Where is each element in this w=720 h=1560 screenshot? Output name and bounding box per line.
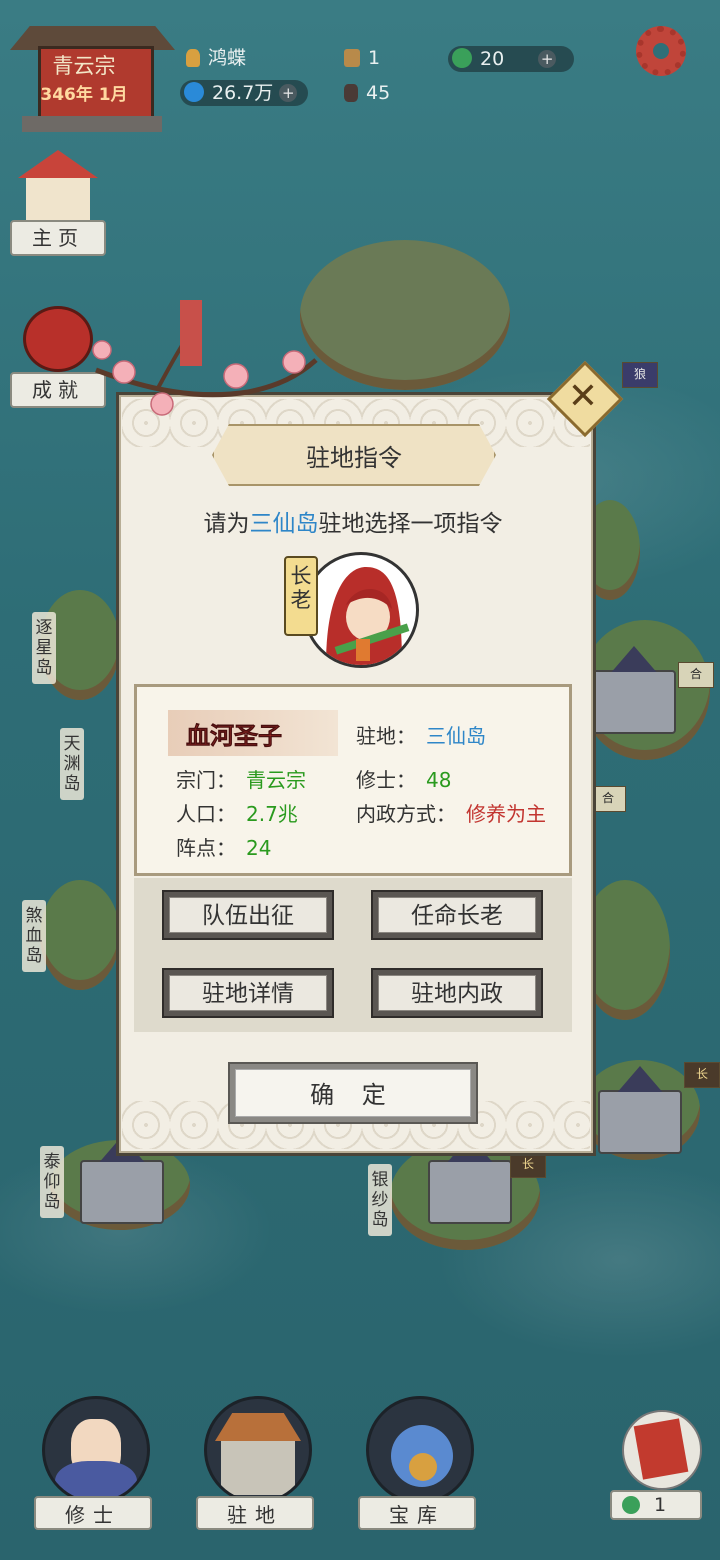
- pagoda-icon: [180, 300, 202, 366]
- expedition-label: 队伍出征: [169, 897, 327, 933]
- jade-icon: [622, 1496, 640, 1514]
- cultivators-field: 修士： 48: [356, 764, 451, 793]
- cultivators-value: 48: [426, 768, 452, 792]
- dialog-title: 驻地指令: [306, 444, 402, 472]
- appoint-elder-button[interactable]: 任命长老: [371, 890, 543, 940]
- dialog-title-plate: 驻地指令: [212, 424, 496, 486]
- policy-value: 修养为主: [466, 802, 546, 826]
- confirm-button[interactable]: 确 定: [228, 1062, 478, 1124]
- close-dialog-button[interactable]: ✕: [546, 360, 624, 438]
- prompt-suffix: 驻地选择一项指令: [318, 511, 503, 537]
- station-affairs-button[interactable]: 驻地内政: [371, 968, 543, 1018]
- cultivators-nav-button[interactable]: 修士: [34, 1396, 152, 1532]
- appoint-elder-label: 任命长老: [378, 897, 536, 933]
- formation-label: 阵点：: [176, 836, 236, 860]
- war-flag-button[interactable]: 1: [610, 1410, 710, 1520]
- expedition-button[interactable]: 队伍出征: [162, 890, 334, 940]
- prompt-island: 三仙岛: [249, 511, 319, 537]
- population-field: 人口： 2.7兆: [176, 798, 298, 827]
- station-label: 驻地：: [356, 724, 416, 748]
- station-details-label: 驻地详情: [169, 975, 327, 1011]
- fortress-gate-icon: [204, 1396, 312, 1504]
- elder-avatar[interactable]: [303, 552, 419, 668]
- treasury-nav-button[interactable]: 宝库: [358, 1396, 476, 1532]
- cultivator-portrait-icon: [42, 1396, 150, 1504]
- population-value: 2.7兆: [246, 802, 298, 826]
- plum-blossom-branch: [92, 300, 318, 416]
- station-value: 三仙岛: [426, 724, 486, 748]
- formation-value: 24: [246, 836, 272, 860]
- cultivators-nav-label: 修士: [34, 1496, 152, 1530]
- confirm-label: 确 定: [235, 1069, 471, 1117]
- character-name: 血河圣子: [186, 722, 283, 751]
- stations-nav-label: 驻地: [196, 1496, 314, 1530]
- treasury-nav-label: 宝库: [358, 1496, 476, 1530]
- station-field: 驻地： 三仙岛: [356, 720, 486, 749]
- close-icon: ✕: [567, 376, 599, 417]
- sect-value: 青云宗: [246, 768, 306, 792]
- elder-tag: 长老: [284, 556, 318, 636]
- stations-nav-button[interactable]: 驻地: [196, 1396, 314, 1532]
- population-label: 人口：: [176, 802, 236, 826]
- war-flag-counter: 1: [610, 1490, 702, 1520]
- treasure-gourd-icon: [366, 1396, 474, 1504]
- elder-portrait-icon: [326, 567, 410, 665]
- station-affairs-label: 驻地内政: [378, 975, 536, 1011]
- policy-label: 内政方式：: [356, 802, 456, 826]
- station-details-button[interactable]: 驻地详情: [162, 968, 334, 1018]
- cultivators-label: 修士：: [356, 768, 416, 792]
- prompt-prefix: 请为: [203, 511, 250, 537]
- dialog-prompt: 请为三仙岛驻地选择一项指令: [116, 504, 590, 538]
- sect-field: 宗门： 青云宗: [176, 764, 306, 793]
- sect-label: 宗门：: [176, 768, 236, 792]
- formation-field: 阵点： 24: [176, 832, 271, 861]
- policy-field: 内政方式： 修养为主: [356, 798, 546, 827]
- war-flag-count: 1: [654, 1494, 667, 1516]
- war-flag-icon: [622, 1410, 702, 1490]
